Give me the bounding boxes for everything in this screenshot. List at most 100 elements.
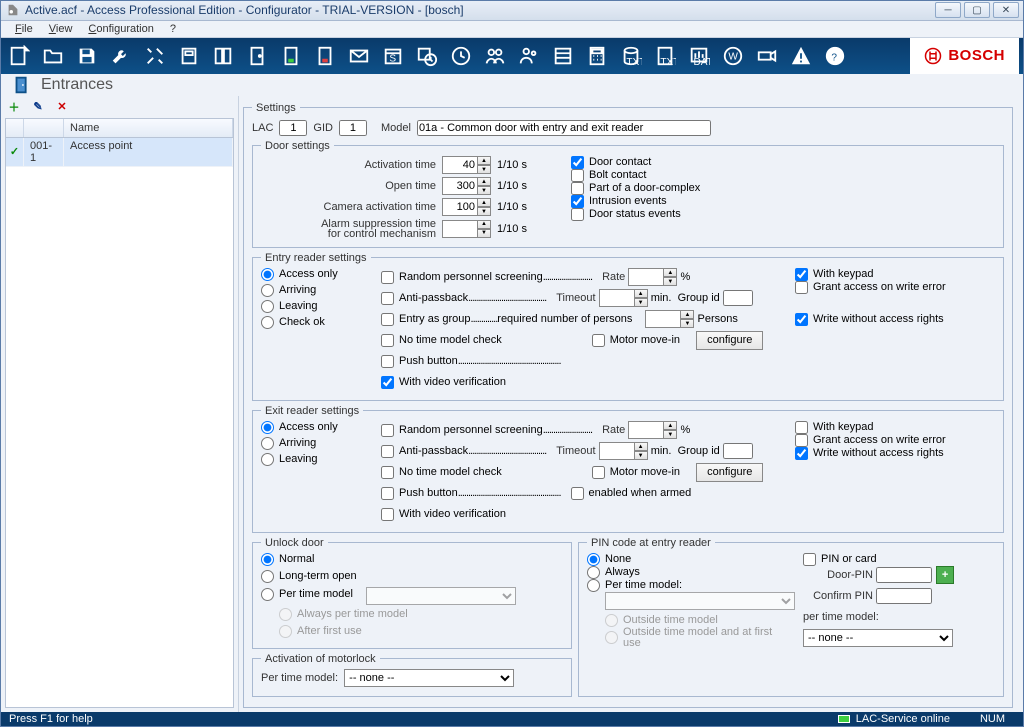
confirm-pin-input[interactable] (876, 588, 932, 604)
tb-data-icon[interactable]: DATA (685, 42, 713, 70)
pin-none-radio[interactable]: None (587, 553, 787, 566)
exit-random-screening-checkbox[interactable]: Random personnel screening..............… (381, 424, 592, 437)
tb-tools-icon[interactable] (141, 42, 169, 70)
pin-or-card-checkbox[interactable]: PIN or card (803, 553, 985, 566)
tb-mail-icon[interactable] (345, 42, 373, 70)
tb-help-icon[interactable]: ? (821, 42, 849, 70)
pin-always-radio[interactable]: Always (587, 566, 787, 579)
unlock-ptm-radio[interactable]: Per time model (261, 588, 353, 601)
open-time-input[interactable]: ▲▼ (442, 177, 491, 195)
maximize-button[interactable]: ▢ (964, 2, 990, 18)
menu-view[interactable]: View (41, 21, 81, 37)
entry-grant-writeerr-checkbox[interactable]: Grant access on write error (795, 281, 985, 294)
entry-persons-input[interactable]: ▲▼ (645, 310, 694, 328)
entry-leaving-radio[interactable]: Leaving (261, 300, 371, 313)
exit-keypad-checkbox[interactable]: With keypad (795, 421, 985, 434)
entry-group-checkbox[interactable]: Entry as group .............required num… (381, 313, 632, 326)
tb-txt-icon[interactable]: TXT (651, 42, 679, 70)
tb-calc-icon[interactable] (583, 42, 611, 70)
exit-video-checkbox[interactable]: With video verification (381, 508, 506, 521)
exit-antipassback-checkbox[interactable]: Anti-passback...........................… (381, 445, 546, 458)
lac-input[interactable] (279, 120, 307, 136)
tb-clock1-icon[interactable] (413, 42, 441, 70)
entry-write-norights-checkbox[interactable]: Write without access rights (795, 313, 985, 326)
add-button[interactable]: ＋ (5, 98, 23, 116)
entry-configure-button[interactable]: configure (696, 331, 763, 350)
entry-checkok-radio[interactable]: Check ok (261, 316, 371, 329)
entry-keypad-checkbox[interactable]: With keypad (795, 268, 985, 281)
minimize-button[interactable]: ─ (935, 2, 961, 18)
close-button[interactable]: ✕ (993, 2, 1019, 18)
entry-pushbutton-checkbox[interactable]: Push button.............................… (381, 355, 561, 368)
exit-grant-writeerr-checkbox[interactable]: Grant access on write error (795, 434, 985, 447)
entry-random-screening-checkbox[interactable]: Random personnel screening..............… (381, 271, 592, 284)
exit-motor-checkbox[interactable]: Motor move-in (592, 466, 680, 479)
tb-users-icon[interactable] (481, 42, 509, 70)
model-input[interactable] (417, 120, 711, 136)
exit-write-norights-checkbox[interactable]: Write without access rights (795, 447, 985, 460)
menu-help[interactable]: ? (162, 21, 184, 37)
tb-camera-icon[interactable] (753, 42, 781, 70)
exit-leaving-radio[interactable]: Leaving (261, 453, 371, 466)
entry-timeout-input[interactable]: ▲▼ (599, 289, 648, 307)
tb-door-icon[interactable] (243, 42, 271, 70)
tb-reader2-icon[interactable] (209, 42, 237, 70)
tb-word-icon[interactable]: W (719, 42, 747, 70)
bolt-contact-checkbox[interactable]: Bolt contact (571, 169, 700, 182)
door-status-checkbox[interactable]: Door status events (571, 208, 700, 221)
pin-ptm2-select[interactable]: -- none -- (803, 629, 953, 647)
col-blank[interactable] (24, 119, 64, 137)
gid-input[interactable] (339, 120, 367, 136)
entry-arriving-radio[interactable]: Arriving (261, 284, 371, 297)
edit-button[interactable]: ✎ (29, 98, 47, 116)
entry-video-checkbox[interactable]: With video verification (381, 376, 506, 389)
alarm-supp-input[interactable]: ▲▼ (442, 220, 491, 238)
table-row[interactable]: ✓ 001-1 Access point (6, 138, 233, 167)
door-complex-checkbox[interactable]: Part of a door-complex (571, 182, 700, 195)
entry-rate-input[interactable]: ▲▼ (628, 268, 677, 286)
entry-access-only-radio[interactable]: Access only (261, 268, 371, 281)
entry-antipassback-checkbox[interactable]: Anti-passback...........................… (381, 292, 546, 305)
tb-list-icon[interactable] (549, 42, 577, 70)
camera-time-input[interactable]: ▲▼ (442, 198, 491, 216)
menu-file[interactable]: File (7, 21, 41, 37)
exit-groupid-input[interactable] (723, 443, 753, 459)
menu-configuration[interactable]: Configuration (80, 21, 161, 37)
col-status[interactable] (6, 119, 24, 137)
door-pin-input[interactable] (876, 567, 932, 583)
exit-rate-input[interactable]: ▲▼ (628, 421, 677, 439)
exit-notimemodel-checkbox[interactable]: No time model check (381, 466, 502, 479)
exit-arriving-radio[interactable]: Arriving (261, 437, 371, 450)
exit-pushbutton-checkbox[interactable]: Push button.............................… (381, 487, 561, 500)
exit-enabled-armed-checkbox[interactable]: enabled when armed (571, 487, 692, 500)
tb-warning-icon[interactable] (787, 42, 815, 70)
pin-ptm-radio[interactable]: Per time model: (587, 579, 787, 592)
exit-configure-button[interactable]: configure (696, 463, 763, 482)
tb-schedule-icon[interactable]: S (379, 42, 407, 70)
tb-save-icon[interactable] (73, 42, 101, 70)
exit-access-only-radio[interactable]: Access only (261, 421, 371, 434)
tb-open-icon[interactable] (39, 42, 67, 70)
tb-db-icon[interactable]: TXT (617, 42, 645, 70)
door-contact-checkbox[interactable]: Door contact (571, 156, 700, 169)
tb-reader-icon[interactable] (175, 42, 203, 70)
tb-usergroup-icon[interactable] (515, 42, 543, 70)
activation-time-input[interactable]: ▲▼ (442, 156, 491, 174)
intrusion-checkbox[interactable]: Intrusion events (571, 195, 700, 208)
entry-notimemodel-checkbox[interactable]: No time model check (381, 334, 502, 347)
tb-door-in-icon[interactable] (277, 42, 305, 70)
motorlock-select[interactable]: -- none -- (344, 669, 514, 687)
tb-door-out-icon[interactable] (311, 42, 339, 70)
tb-wrench-icon[interactable] (107, 42, 135, 70)
unlock-normal-radio[interactable]: Normal (261, 553, 553, 566)
unlock-ptm-select[interactable] (366, 587, 516, 605)
entry-motor-checkbox[interactable]: Motor move-in (592, 334, 680, 347)
tb-new-icon[interactable] (5, 42, 33, 70)
delete-button[interactable]: ✕ (53, 98, 71, 116)
entrance-table[interactable]: Name ✓ 001-1 Access point (5, 118, 234, 708)
exit-timeout-input[interactable]: ▲▼ (599, 442, 648, 460)
unlock-longterm-radio[interactable]: Long-term open (261, 570, 553, 583)
tb-clock2-icon[interactable] (447, 42, 475, 70)
door-pin-add-button[interactable]: + (936, 566, 954, 584)
pin-ptm-select[interactable] (605, 592, 795, 610)
